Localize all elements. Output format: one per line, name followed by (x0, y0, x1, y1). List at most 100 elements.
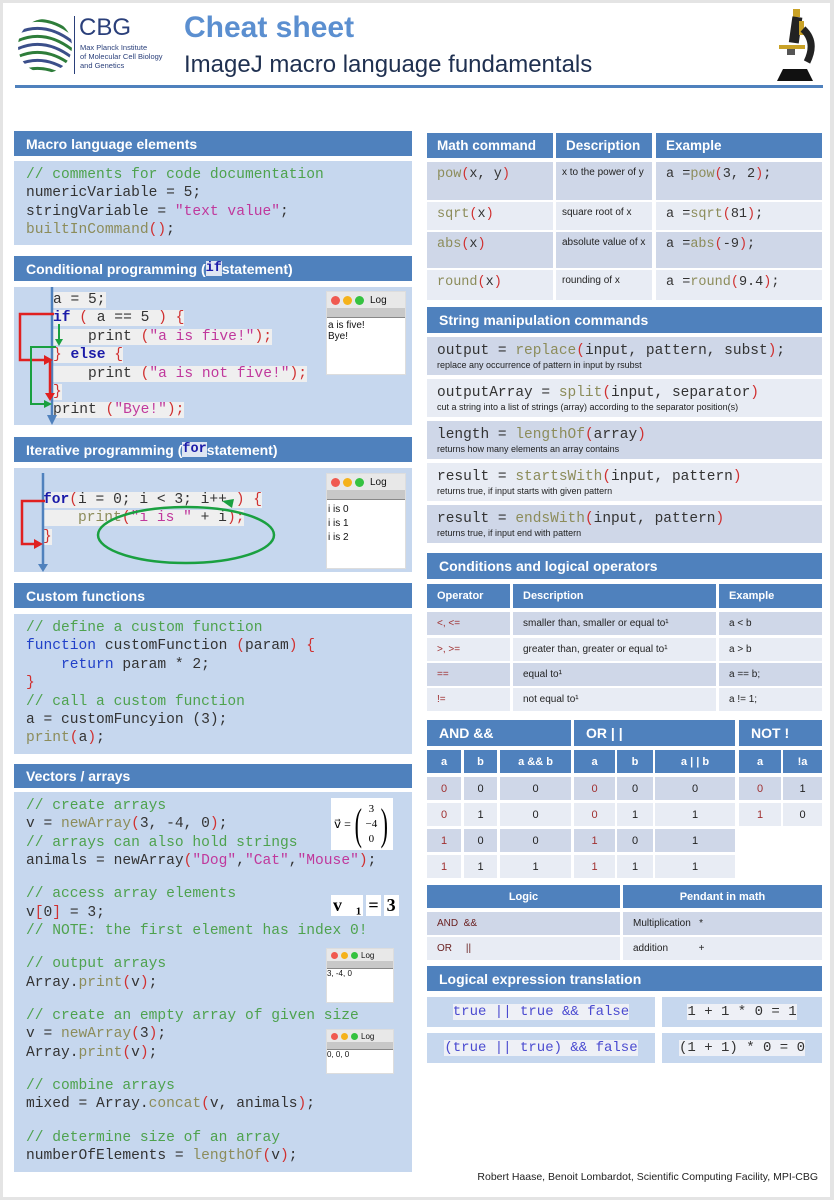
maximize-dot-icon[interactable] (355, 477, 364, 487)
code-token: "text value" (174, 203, 280, 220)
code-token: x (469, 237, 478, 252)
code-token: ) (139, 1044, 149, 1061)
code-line: function customFunction (param) { (26, 637, 315, 655)
code-token: // access array elements (26, 886, 237, 903)
minimize-dot-icon[interactable] (343, 295, 352, 305)
code-token: ( (122, 1044, 132, 1061)
section-header-conditional: Conditional programming (if statement) (14, 256, 412, 281)
code-token: ( (584, 426, 594, 443)
section-header-strings: String manipulation commands (427, 307, 822, 333)
code-token: sqrt (437, 207, 470, 222)
code-token: round (690, 275, 731, 290)
code-token: 0 (43, 904, 53, 921)
truth-cell: 0 (500, 829, 571, 852)
close-dot-icon[interactable] (331, 477, 340, 487)
code-token: v (26, 904, 35, 921)
code-token: ) (747, 207, 756, 222)
maximize-dot-icon[interactable] (351, 951, 358, 959)
code-token: ( (122, 974, 132, 991)
code-token: function (26, 638, 97, 655)
minimize-dot-icon[interactable] (341, 1032, 348, 1040)
header-text: statement) (206, 441, 278, 458)
minimize-dot-icon[interactable] (343, 477, 352, 487)
code-line: print(a); (26, 729, 315, 747)
code-token: array (593, 426, 638, 443)
log-title: Log (370, 294, 387, 306)
code-token: "Cat" (244, 853, 289, 870)
code-line: v = newArray(3); (26, 1025, 376, 1043)
log-line: a is five! (328, 320, 365, 331)
code-token: ) (763, 275, 772, 290)
truth-cell: 1 (574, 855, 615, 878)
section-header-iterative: Iterative programming (for statement) (14, 437, 412, 462)
code-line: builtInCommand(); (26, 221, 324, 239)
section-header-conditions: Conditions and logical operators (427, 553, 822, 579)
code-token: v = (26, 1026, 62, 1043)
truth-cell: 0 (500, 777, 571, 800)
code-token: x, y (469, 167, 502, 182)
code-token: ; (218, 816, 228, 833)
string-command: result = endsWith(input, pattern) (437, 511, 724, 527)
log-line: 3, -4, 0 (327, 969, 352, 978)
truth-column-header: !a (783, 750, 822, 773)
code-line: // arrays can also hold strings (26, 834, 376, 852)
code-line: // call a custom function (26, 693, 315, 711)
operator-cell: greater than, greater or equal to¹ (513, 638, 716, 661)
code-token: print (78, 974, 123, 991)
code-line: // NOTE: the first element has index 0! (26, 922, 376, 940)
minimize-dot-icon[interactable] (341, 951, 348, 959)
header-text: Iterative programming ( (26, 441, 183, 458)
truth-cell: 1 (464, 855, 497, 878)
vectors-code-box: // create arrays v = newArray(3, -4, 0); /… (14, 792, 412, 1172)
code-token: = 3; (61, 904, 105, 921)
code-token: input, pattern (593, 510, 716, 527)
code-token: // combine arrays (26, 1078, 175, 1095)
footer-credits: Robert Haase, Benoit Lombardot, Scientif… (477, 1171, 818, 1183)
code-token: ; (288, 1148, 298, 1165)
code-token: ( (262, 1148, 272, 1165)
code-token: v (131, 974, 140, 991)
code-group: // determine size of an array numberOfEle… (26, 1129, 376, 1166)
institute-name: Max Planck Institute of Molecular Cell B… (80, 43, 163, 70)
math-description: square root of x (556, 202, 652, 230)
log-line: Bye! (328, 331, 349, 342)
truth-column-header: a (427, 750, 461, 773)
code-token: result = (437, 468, 516, 485)
close-dot-icon[interactable] (331, 951, 338, 959)
code-token: ) (358, 853, 368, 870)
string-command-row: result = endsWith(input, pattern) returns… (427, 505, 822, 543)
code-token: ) (750, 384, 759, 401)
code-line: animals = newArray("Dog","Cat","Mouse"); (26, 852, 376, 870)
operator-cell: >, >= (427, 638, 510, 661)
math-lhs: v⃗ = (334, 816, 351, 831)
close-dot-icon[interactable] (331, 295, 340, 305)
truth-column-header: a (574, 750, 615, 773)
code-line: stringVariable = "text value"; (26, 203, 324, 221)
math-example: a = sqrt(81); (656, 202, 822, 230)
code-token: x (477, 207, 486, 222)
code-token: "Dog" (192, 853, 237, 870)
code-token: } (26, 675, 35, 692)
close-dot-icon[interactable] (331, 1032, 338, 1040)
string-command-description: cut a string into a list of strings (arr… (437, 401, 739, 412)
maximize-dot-icon[interactable] (355, 295, 364, 305)
log-window: Log i is 0 i is 1 i is 2 (326, 473, 406, 569)
operator-cell: a != 1; (719, 688, 822, 711)
code-line: // comments for code documentation (26, 166, 324, 184)
operator-cell: not equal to¹ (513, 688, 716, 711)
code-token: [ (34, 904, 44, 921)
maximize-dot-icon[interactable] (351, 1032, 358, 1040)
table-header: Pendant in math (623, 885, 822, 908)
operator-cell: smaller than, smaller or equal to¹ (513, 612, 716, 635)
macro-code: // comments for code documentation numeri… (26, 166, 324, 240)
string-command: result = startsWith(input, pattern) (437, 469, 742, 485)
truth-cell: 0 (739, 777, 781, 800)
code-token: endsWith (515, 510, 585, 527)
truth-cell: 1 (739, 803, 781, 826)
string-command-row: length = lengthOf(array) returns how many… (427, 421, 822, 459)
page-subtitle: ImageJ macro language fundamentals (184, 51, 593, 78)
section-header-vectors: Vectors / arrays (14, 764, 412, 788)
string-command: outputArray = split(input, separator) (437, 385, 759, 401)
operator-cell: != (427, 688, 510, 711)
